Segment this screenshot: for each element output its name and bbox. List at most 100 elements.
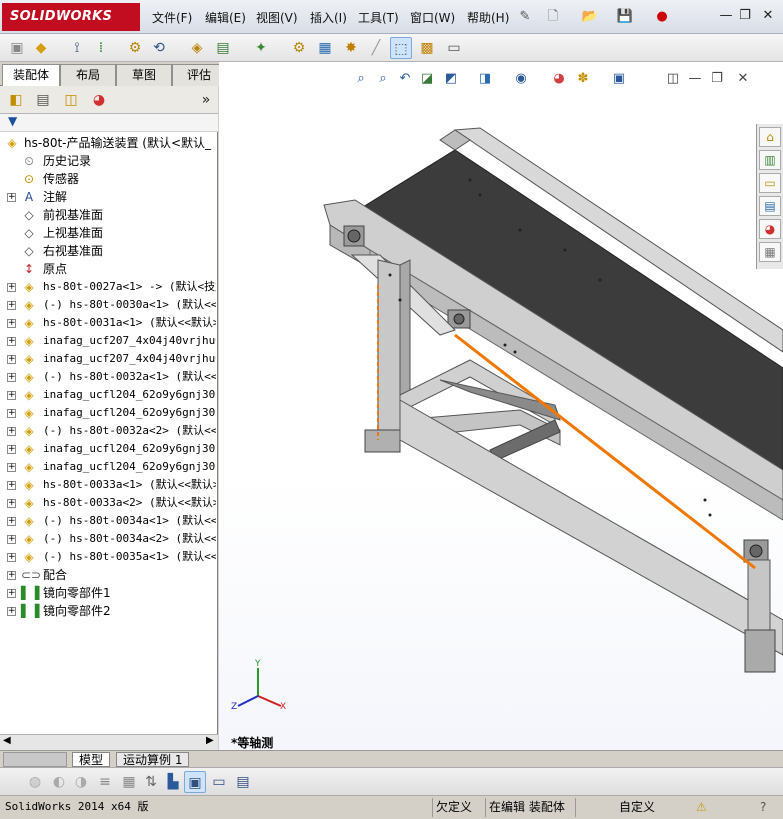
tree-item[interactable]: + ▌▐ 镜向零部件1	[0, 584, 216, 602]
custom-properties-icon[interactable]: ▦	[759, 242, 781, 262]
solidworks-resources-icon[interactable]: ⌂	[759, 127, 781, 147]
expand-toggle-icon[interactable]: +	[7, 589, 16, 598]
expand-tabs-icon[interactable]: »	[195, 89, 217, 111]
expand-toggle-icon[interactable]: +	[7, 535, 16, 544]
graphics-area[interactable]: Y X Z *等轴测	[219, 62, 783, 750]
view-palette-icon[interactable]: ▤	[759, 196, 781, 216]
tab-assembly[interactable]: 装配体	[2, 64, 60, 87]
expand-toggle-icon[interactable]: +	[7, 373, 16, 382]
expand-toggle-icon[interactable]: +	[7, 571, 16, 580]
view-settings-icon[interactable]: ▣	[610, 70, 628, 88]
edit-appearance-icon[interactable]: ◕	[550, 70, 568, 88]
design-library-icon[interactable]: ▥	[759, 150, 781, 170]
tree-item[interactable]: + ◈ inafag_ucfl204_62o9y6gnj3059x	[0, 458, 216, 476]
expand-toggle-icon[interactable]: +	[7, 319, 16, 328]
tab-layout[interactable]: 布局	[60, 64, 116, 86]
tree-item[interactable]: ⏲ 历史记录	[0, 152, 216, 170]
save-icon[interactable]: 💾	[615, 7, 635, 27]
hidden-lines-icon[interactable]: ◑	[70, 771, 92, 793]
tree-item[interactable]: ⊙ 传感器	[0, 170, 216, 188]
new-document-icon[interactable]: 🗋	[543, 7, 563, 27]
pin-icon[interactable]: ✎	[515, 7, 535, 27]
file-explorer-icon[interactable]: ▭	[759, 173, 781, 193]
shaded-with-edges-icon[interactable]: ◍	[24, 771, 46, 793]
tree-item[interactable]: + ◈ (-) hs-80t-0030a<1> (默认<<默	[0, 296, 216, 314]
expand-toggle-icon[interactable]: +	[7, 463, 16, 472]
help-tooltip-icon[interactable]: ?	[760, 799, 766, 816]
tree-item[interactable]: ◇ 前视基准面	[0, 206, 216, 224]
rebuild-icon[interactable]: ⚠	[696, 799, 707, 816]
tree-item[interactable]: + ◈ inafag_ucf207_4x04j40vrjhu0u5	[0, 350, 216, 368]
instant3d-icon[interactable]: ⬚	[390, 37, 412, 59]
expand-toggle-icon[interactable]: +	[7, 499, 16, 508]
apply-scene-icon[interactable]: ✽	[574, 70, 592, 88]
viewport-minimize-icon[interactable]: —	[686, 70, 704, 88]
filter-icon[interactable]: ▼	[8, 114, 17, 128]
split-pane-icon[interactable]: ▤	[232, 771, 254, 793]
dynamic-annotation-icon[interactable]: ◩	[442, 70, 460, 88]
tree-horizontal-scrollbar[interactable]: ◀ ▶	[0, 734, 218, 750]
linear-pattern-icon[interactable]: ⁞	[90, 37, 112, 59]
tree-item[interactable]: + ◈ hs-80t-0033a<1> (默认<<默认>_	[0, 476, 216, 494]
zoom-to-area-icon[interactable]: ⌕	[374, 70, 392, 88]
appearances-scenes-icon[interactable]: ◕	[759, 219, 781, 239]
restore-icon[interactable]: ❐	[737, 8, 753, 24]
tree-item[interactable]: + ⊂⊃ 配合	[0, 566, 216, 584]
exploded-view-icon[interactable]: ✸	[340, 37, 362, 59]
wireframe-icon[interactable]: ≡	[94, 771, 116, 793]
tree-item[interactable]: + ◈ (-) hs-80t-0034a<2> (默认<<默	[0, 530, 216, 548]
minimize-icon[interactable]: —	[718, 8, 734, 24]
move-component-icon[interactable]: ⟲	[148, 37, 170, 59]
tree-item[interactable]: + ◈ hs-80t-0031a<1> (默认<<默认>_	[0, 314, 216, 332]
menu-help[interactable]: 帮助(H)	[467, 9, 509, 26]
rebuild-traffic-light-icon[interactable]: ●	[652, 7, 672, 27]
tree-item[interactable]: + ◈ inafag_ucf207_4x04j40vrjhu0u5	[0, 332, 216, 350]
tree-item[interactable]: ◇ 上视基准面	[0, 224, 216, 242]
menu-file[interactable]: 文件(F)	[152, 9, 192, 26]
motion-timeline-icon[interactable]: ▦	[118, 771, 140, 793]
explode-line-sketch-icon[interactable]: ╱	[365, 37, 387, 59]
tree-item[interactable]: + ◈ (-) hs-80t-0032a<1> (默认<<默	[0, 368, 216, 386]
conveyor-model[interactable]	[219, 62, 783, 750]
update-speedpak-icon[interactable]: ▩	[416, 37, 438, 59]
tree-item[interactable]: + ◈ (-) hs-80t-0034a<1> (默认<<默	[0, 512, 216, 530]
menu-window[interactable]: 窗口(W)	[410, 9, 455, 26]
expand-toggle-icon[interactable]: +	[7, 391, 16, 400]
configuration-manager-icon[interactable]: ◫	[60, 89, 82, 111]
tree-item[interactable]: + ◈ (-) hs-80t-0032a<2> (默认<<默	[0, 422, 216, 440]
chart-icon[interactable]: ▙	[162, 771, 184, 793]
tree-item[interactable]: + ◈ hs-80t-0033a<2> (默认<<默认>_	[0, 494, 216, 512]
smart-fasteners-icon[interactable]: ⚙	[124, 37, 146, 59]
new-part-icon[interactable]: ◆	[30, 37, 52, 59]
previous-view-icon[interactable]: ↶	[396, 70, 414, 88]
tree-item[interactable]: + ◈ hs-80t-0027a<1> -> (默认<技加	[0, 278, 216, 296]
unit-system[interactable]: 自定义	[619, 799, 655, 816]
expand-toggle-icon[interactable]: +	[7, 283, 16, 292]
tab-model[interactable]: 模型	[72, 752, 111, 767]
property-manager-icon[interactable]: ▤	[32, 89, 54, 111]
tree-item[interactable]: + A 注解	[0, 188, 216, 206]
assembly-features-icon[interactable]: ▤	[212, 37, 234, 59]
menu-edit[interactable]: 编辑(E)	[205, 9, 246, 26]
menu-tools[interactable]: 工具(T)	[358, 9, 399, 26]
menu-insert[interactable]: 插入(I)	[310, 9, 347, 26]
expand-toggle-icon[interactable]: +	[7, 607, 16, 616]
expand-toggle-icon[interactable]: +	[7, 337, 16, 346]
mate-icon[interactable]: ⟟	[66, 37, 88, 59]
viewport-split-icon[interactable]: ◫	[664, 70, 682, 88]
tabs-scroll-area[interactable]	[3, 752, 67, 767]
tree-item[interactable]: ↕ 原点	[0, 260, 216, 278]
scroll-right-icon[interactable]: ▶	[206, 735, 214, 746]
tab-sketch[interactable]: 草图	[116, 64, 172, 86]
model-view-icon[interactable]: ▣	[184, 771, 206, 793]
tree-item[interactable]: + ◈ (-) hs-80t-0035a<1> (默认<<默	[0, 548, 216, 566]
reference-geometry-icon[interactable]: ✦	[250, 37, 272, 59]
section-view-icon[interactable]: ◪	[418, 70, 436, 88]
tab-motion-study[interactable]: 运动算例 1	[116, 752, 190, 767]
scroll-left-icon[interactable]: ◀	[3, 735, 11, 746]
zoom-to-fit-icon[interactable]: ⌕	[352, 70, 370, 88]
tree-item[interactable]: + ◈ inafag_ucfl204_62o9y6gnj3059x	[0, 440, 216, 458]
new-motion-study-icon[interactable]: ⚙	[288, 37, 310, 59]
expand-toggle-icon[interactable]: +	[7, 427, 16, 436]
take-snapshot-icon[interactable]: ▭	[443, 37, 465, 59]
